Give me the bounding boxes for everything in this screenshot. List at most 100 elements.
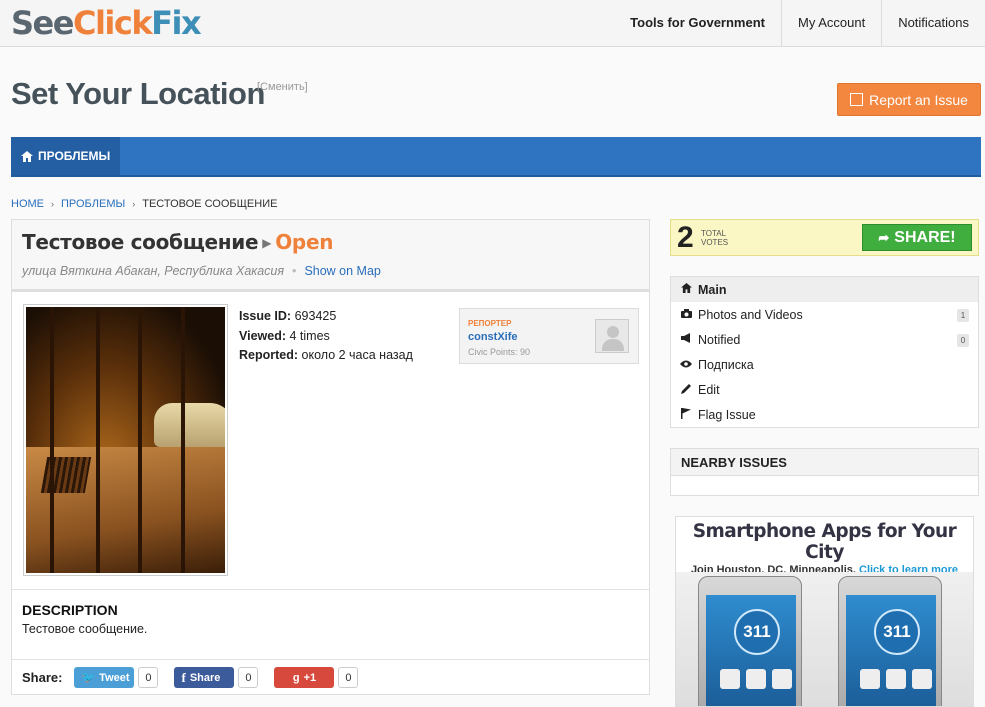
camera-icon xyxy=(680,308,692,321)
arrow-right-icon: ▶ xyxy=(262,236,272,250)
description-text: Тестовое сообщение. xyxy=(22,622,148,636)
votes-count: 2 xyxy=(677,221,694,254)
facebook-count: 0 xyxy=(238,667,259,688)
photo-bar xyxy=(138,307,142,573)
nearby-issues-panel: NEARBY ISSUES xyxy=(670,448,979,496)
sidenav-item-label: Notified xyxy=(698,332,741,347)
tweet-count: 0 xyxy=(138,667,159,688)
photo-bar xyxy=(181,307,185,573)
issue-address: улица Вяткина Абакан, Республика Хакасия… xyxy=(22,264,381,278)
sidenav-item-label: Flag Issue xyxy=(698,407,756,422)
issue-viewed-label: Viewed: xyxy=(239,328,287,343)
issue-photo-image xyxy=(26,307,225,573)
phone-screen: 311 xyxy=(846,595,936,706)
reporter-role: РЕПОРТЕР xyxy=(468,319,512,328)
flag-icon xyxy=(680,407,692,422)
nav-tools-for-government[interactable]: Tools for Government xyxy=(614,0,781,47)
issue-title-text: Тестовое сообщение xyxy=(22,230,259,254)
facebook-share-label: Share xyxy=(189,671,221,684)
share-arrow-icon: ➦ xyxy=(878,229,890,245)
share-button[interactable]: ➦ SHARE! xyxy=(862,224,972,251)
tweet-label: Tweet xyxy=(99,671,130,684)
section-nav-bar: ПРОБЛЕМЫ xyxy=(11,137,981,177)
issue-status: Open xyxy=(275,230,334,254)
pencil-icon xyxy=(680,383,692,397)
sidenav-item-edit[interactable]: Edit xyxy=(671,377,978,402)
phone-screen: 311 xyxy=(706,595,796,706)
sidenav-item-main[interactable]: Main xyxy=(671,277,978,302)
home-icon xyxy=(680,283,692,296)
reporter-name-link[interactable]: constXife xyxy=(468,331,518,343)
google-plus-count: 0 xyxy=(338,667,359,688)
app-tile-icon xyxy=(746,669,766,689)
photo-bar xyxy=(96,307,100,573)
share-row: Share: 🐦 Tweet 0 f Share 0 g +1 0 xyxy=(12,659,649,695)
issue-id-label: Issue ID: xyxy=(239,309,292,323)
issue-side-nav: Main Photos and Videos 1 Notified 0 Подп… xyxy=(670,276,979,428)
change-location-link[interactable]: [Сменить] xyxy=(257,81,308,93)
home-icon xyxy=(21,150,33,162)
bullet-separator: • xyxy=(292,264,297,278)
nav-my-account[interactable]: My Account xyxy=(780,0,881,47)
eye-icon xyxy=(680,359,692,371)
logo-fix: Fix xyxy=(151,4,201,42)
issue-header: Тестовое сообщение ▶ Open улица Вяткина Аб… xyxy=(12,220,649,292)
reporter-civic-points: Civic Points: 90 xyxy=(468,347,531,357)
seeclickfix-logo[interactable]: SeeClickFix xyxy=(11,4,202,42)
facebook-icon: f xyxy=(181,669,186,685)
logo-311: 311 xyxy=(874,609,920,655)
issue-viewed-value: 4 times xyxy=(289,328,330,343)
nav-notifications[interactable]: Notifications xyxy=(881,0,985,47)
report-issue-label: Report an Issue xyxy=(869,91,968,108)
breadcrumb-separator-icon: › xyxy=(51,199,54,209)
smartphone-apps-ad[interactable]: Smartphone Apps for Your City Join Houst… xyxy=(675,516,974,707)
issue-title: Тестовое сообщение ▶ Open xyxy=(22,230,333,254)
tweet-button[interactable]: 🐦 Tweet xyxy=(74,667,135,688)
logo-click: Click xyxy=(72,4,153,42)
votes-label-total: TOTAL xyxy=(701,229,727,238)
google-plus-button[interactable]: g +1 xyxy=(274,667,335,688)
show-on-map-link[interactable]: Show on Map xyxy=(304,264,380,278)
photo-bar xyxy=(50,307,54,573)
breadcrumb-home[interactable]: HOME xyxy=(11,198,44,210)
sidenav-item-label: Main xyxy=(698,282,727,297)
photo-car xyxy=(154,403,225,447)
sidenav-item-flag-issue[interactable]: Flag Issue xyxy=(671,402,978,427)
reporter-avatar[interactable] xyxy=(595,319,629,353)
report-issue-button[interactable]: Report an Issue xyxy=(837,83,981,116)
sidenav-item-notified[interactable]: Notified 0 xyxy=(671,327,978,352)
photo-grate xyxy=(40,457,92,493)
issue-reported-label: Reported: xyxy=(239,348,299,362)
issue-address-text: улица Вяткина Абакан, Республика Хакасия xyxy=(22,264,285,278)
facebook-share-button[interactable]: f Share xyxy=(174,667,235,688)
logo-see: See xyxy=(11,4,74,42)
breadcrumb-current: ТЕСТОВОЕ СООБЩЕНИЕ xyxy=(142,198,278,210)
phone-image: 311 xyxy=(838,576,942,706)
ad-phones-image: 311 311 xyxy=(676,572,973,706)
top-nav: Tools for Government My Account Notifica… xyxy=(614,0,985,47)
issue-panel: Тестовое сообщение ▶ Open улица Вяткина Аб… xyxy=(11,219,650,695)
breadcrumb-issues[interactable]: ПРОБЛЕМЫ xyxy=(61,198,125,210)
issue-viewed-row: Viewed: 4 times xyxy=(239,327,413,347)
nearby-issues-heading: NEARBY ISSUES xyxy=(671,449,978,476)
tab-issues-label: ПРОБЛЕМЫ xyxy=(38,149,111,163)
app-tile-icon xyxy=(860,669,880,689)
ad-title: Smartphone Apps for Your City xyxy=(692,521,957,563)
sidenav-item-subscribe[interactable]: Подписка xyxy=(671,352,978,377)
issue-photo[interactable] xyxy=(23,304,228,576)
tab-issues[interactable]: ПРОБЛЕМЫ xyxy=(11,137,121,175)
issue-meta: Issue ID: 693425 Viewed: 4 times Reporte… xyxy=(239,307,413,366)
issue-reported-row: Reported: около 2 часа назад xyxy=(239,346,413,366)
description-section: DESCRIPTION Тестовое сообщение. xyxy=(12,589,649,648)
edit-icon xyxy=(850,93,864,106)
reporter-card: РЕПОРТЕР constXife Civic Points: 90 xyxy=(459,308,639,364)
share-label: Share: xyxy=(22,670,63,685)
votes-label-votes: VOTES xyxy=(701,238,729,247)
sidenav-item-label: Подписка xyxy=(698,357,754,372)
sidenav-item-photos-and-videos[interactable]: Photos and Videos 1 xyxy=(671,302,978,327)
sidenav-item-label: Edit xyxy=(698,382,720,397)
breadcrumb: HOME › ПРОБЛЕМЫ › ТЕСТОВОЕ СООБЩЕНИЕ xyxy=(11,198,277,210)
breadcrumb-separator-icon: › xyxy=(132,199,136,209)
sidenav-item-label: Photos and Videos xyxy=(698,307,803,322)
megaphone-icon xyxy=(680,333,692,346)
